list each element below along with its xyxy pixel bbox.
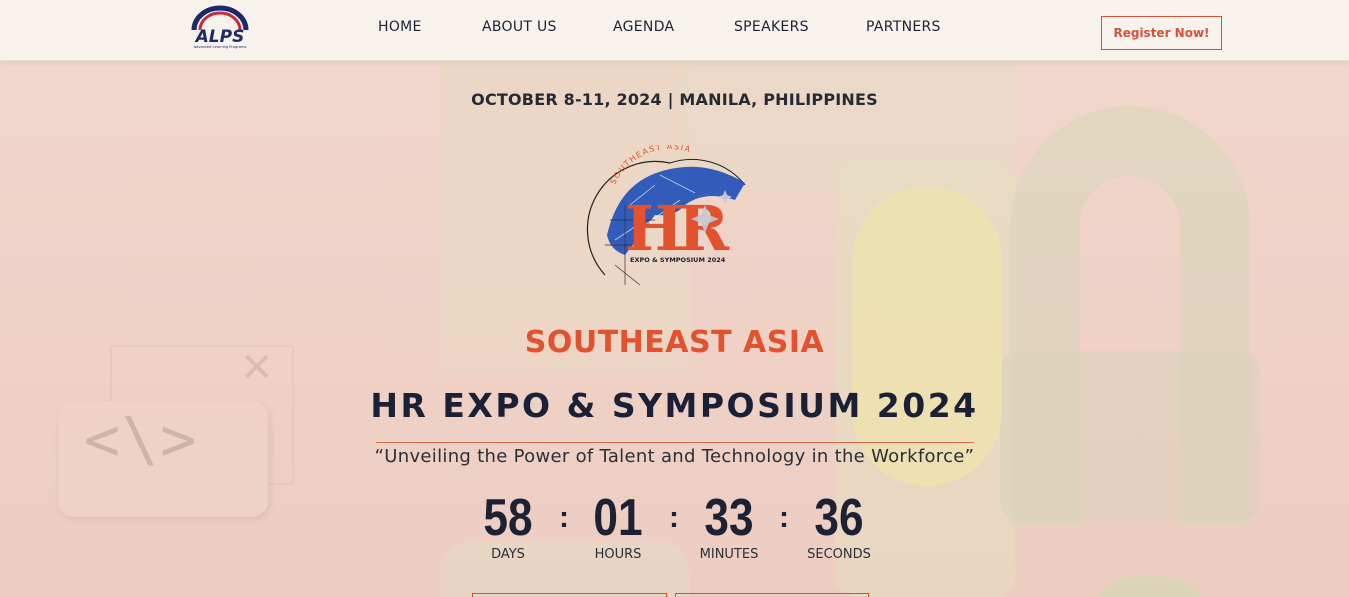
countdown-hours: 01 HOURS [568,487,668,562]
hero-cta-button[interactable] [675,593,869,597]
countdown-minutes: 33 MINUTES [679,487,779,562]
countdown-days-value: 58 [483,489,533,547]
register-button[interactable]: Register Now! [1101,16,1222,50]
background-shape [1000,351,1260,521]
countdown-days-label: DAYS [491,547,525,562]
countdown-hours-value: 01 [593,489,643,547]
title-divider [376,442,974,443]
svg-text:ALPS: ALPS [194,27,245,47]
countdown-separator: : [669,501,679,534]
svg-text:Advanced Learning Programs: Advanced Learning Programs [194,45,247,49]
countdown-seconds-label: SECONDS [807,547,871,562]
nav-home[interactable]: HOME [378,19,422,35]
event-region: SOUTHEAST ASIA [524,325,825,360]
nav-partners[interactable]: PARTNERS [866,19,941,35]
hr-expo-logo: SOUTHEAST ASIA HR EXPO & SYMPOSIUM 2024 [586,145,746,286]
countdown-days: 58 DAYS [458,487,558,562]
nav-speakers[interactable]: SPEAKERS [734,19,809,35]
background-shape [1100,576,1200,597]
event-date-location: OCTOBER 8-11, 2024 | MANILA, PHILIPPINES [471,90,878,109]
nav-about-us[interactable]: ABOUT US [482,19,557,35]
countdown-hours-label: HOURS [594,547,642,562]
svg-text:HR: HR [625,192,730,265]
countdown-seconds: 36 SECONDS [789,487,889,562]
alps-logo[interactable]: ALPS Advanced Learning Programs [188,4,252,50]
countdown-separator: : [779,501,789,534]
svg-text:EXPO & SYMPOSIUM 2024: EXPO & SYMPOSIUM 2024 [630,256,726,264]
event-title: HR EXPO & SYMPOSIUM 2024 [370,386,979,425]
countdown-minutes-value: 33 [704,489,754,547]
hero-cta-button[interactable] [472,593,667,597]
countdown-minutes-label: MINUTES [699,547,759,562]
site-header: ALPS Advanced Learning Programs HOME ABO… [0,0,1349,61]
event-tagline: “Unveiling the Power of Talent and Techn… [374,446,975,467]
nav-agenda[interactable]: AGENDA [613,19,674,35]
countdown-seconds-value: 36 [814,489,864,547]
